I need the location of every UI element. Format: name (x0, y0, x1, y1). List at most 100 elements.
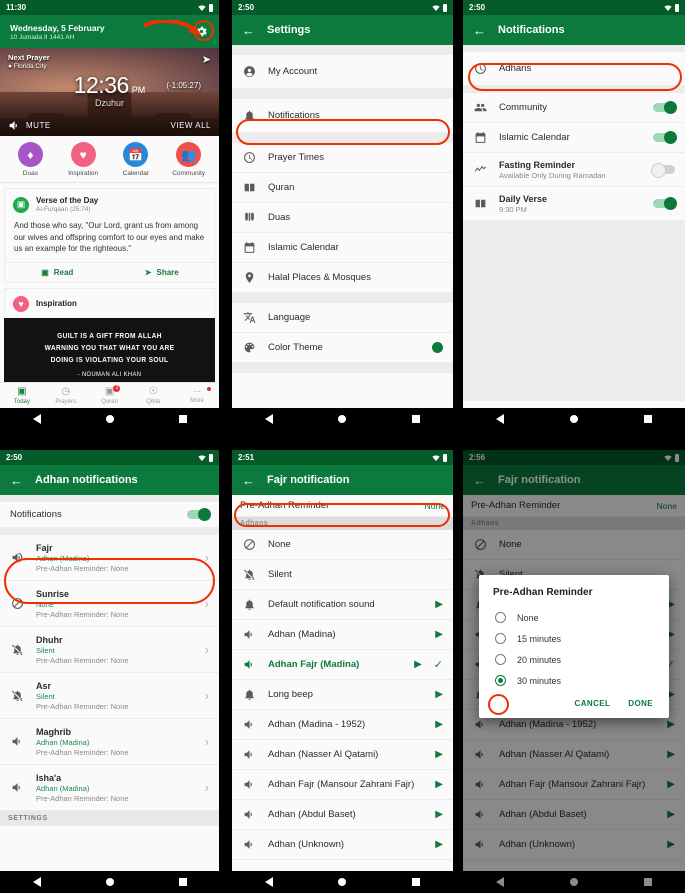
mute-button[interactable]: MUTE (8, 119, 51, 132)
settings-item-halal-places[interactable]: Halal Places & Mosques (232, 263, 453, 293)
notifications-item-fasting-reminder[interactable]: Fasting Reminder Available Only During R… (463, 153, 685, 187)
view-all-button[interactable]: VIEW ALL (171, 121, 211, 130)
home-nav-icon[interactable] (338, 415, 347, 423)
sound-label: Adhan (Unknown) (268, 839, 345, 850)
dialog-option-30-minutes[interactable]: 30 minutes (479, 670, 669, 691)
sound-label: Adhan Fajr (Mansour Zahrani Fajr) (268, 779, 415, 790)
recents-nav-icon[interactable] (412, 878, 421, 886)
play-icon[interactable]: ▶ (435, 599, 443, 610)
sound-row-madina-1952[interactable]: Adhan (Madina - 1952) ▶ (232, 710, 453, 740)
play-icon[interactable]: ▶ (435, 839, 443, 850)
radio-icon[interactable] (495, 654, 506, 665)
sound-row-none[interactable]: None (232, 530, 453, 560)
radio-icon[interactable] (495, 675, 506, 686)
play-icon[interactable]: ▶ (414, 659, 422, 670)
bottom-nav-today[interactable]: ▣ Today (2, 386, 42, 405)
play-icon[interactable]: ▶ (435, 689, 443, 700)
recents-nav-icon[interactable] (412, 415, 421, 423)
prayer-row-asr[interactable]: Asr Silent Pre-Adhan Reminder: None › (0, 673, 219, 719)
back-nav-icon[interactable] (264, 414, 273, 424)
play-icon[interactable]: ▶ (435, 629, 443, 640)
radio-icon[interactable] (495, 612, 506, 623)
sound-row-abdul-baset[interactable]: Adhan (Abdul Baset) ▶ (232, 800, 453, 830)
sound-label: None (268, 539, 291, 550)
sound-row-mansour-zahrani[interactable]: Adhan Fajr (Mansour Zahrani Fajr) ▶ (232, 770, 453, 800)
notifications-master-toggle[interactable] (187, 507, 211, 521)
notifications-item-islamic-calendar[interactable]: Islamic Calendar (463, 123, 685, 153)
settings-item-notifications[interactable]: Notifications (232, 99, 453, 133)
play-icon[interactable]: ▶ (435, 719, 443, 730)
cancel-button[interactable]: CANCEL (575, 699, 611, 708)
prayer-row-ishaa[interactable]: Isha'a Adhan (Madina) Pre-Adhan Reminder… (0, 765, 219, 811)
notifications-item-daily-verse[interactable]: Daily Verse 9:30 PM (463, 187, 685, 221)
back-arrow-icon[interactable]: ← (242, 473, 255, 488)
pre-adhan-reminder-row[interactable]: Pre-Adhan Reminder None (232, 495, 453, 517)
sound-row-adhan-fajr-madina[interactable]: Adhan Fajr (Madina) ▶ ✓ (232, 650, 453, 680)
notifications-item-community[interactable]: Community (463, 93, 685, 123)
community-toggle[interactable] (653, 100, 677, 114)
bottom-nav-prayers[interactable]: ◷ Prayers (46, 385, 86, 405)
gear-icon[interactable] (194, 24, 209, 39)
home-nav-icon[interactable] (570, 415, 578, 423)
quick-action-community[interactable]: 👥 Community (166, 142, 212, 177)
color-theme-swatch[interactable] (432, 342, 443, 353)
bottom-nav-more[interactable]: ⋯ More (177, 386, 217, 404)
gregorian-date: Wednesday, 5 February (10, 22, 105, 33)
home-nav-icon[interactable] (338, 878, 347, 886)
back-nav-icon[interactable] (32, 414, 41, 424)
done-button[interactable]: DONE (628, 699, 653, 708)
adhans-section-header: Adhans (232, 517, 453, 530)
radio-icon[interactable] (495, 633, 506, 644)
settings-item-language[interactable]: Language (232, 303, 453, 333)
bottom-nav-qibla[interactable]: ☉ Qibla (133, 386, 173, 405)
settings-item-color-theme[interactable]: Color Theme (232, 333, 453, 363)
back-arrow-icon[interactable]: ← (242, 23, 255, 38)
settings-item-duas[interactable]: Duas (232, 203, 453, 233)
share-button[interactable]: ➤ Share (110, 263, 215, 282)
fasting-reminder-toggle[interactable] (651, 162, 675, 178)
bottom-nav-quran[interactable]: ▣ 2 Quran (89, 384, 129, 405)
dialog-option-15-minutes[interactable]: 15 minutes (479, 628, 669, 649)
islamic-calendar-toggle[interactable] (653, 130, 677, 144)
play-icon[interactable]: ▶ (435, 749, 443, 760)
notifications-master-row[interactable]: Notifications (0, 502, 219, 528)
prayer-row-fajr[interactable]: Fajr Adhan (Madina) Pre-Adhan Reminder: … (0, 535, 219, 581)
dialog-option-none[interactable]: None (479, 607, 669, 628)
share-icon[interactable]: ➤ (202, 53, 211, 66)
clock-icon: ◷ (61, 385, 71, 397)
sound-row-silent[interactable]: Silent (232, 560, 453, 590)
prayer-row-sunrise[interactable]: Sunrise None Pre-Adhan Reminder: None › (0, 581, 219, 627)
settings-item-quran[interactable]: Quran (232, 173, 453, 203)
dialog-option-20-minutes[interactable]: 20 minutes (479, 649, 669, 670)
prayer-row-maghrib[interactable]: Maghrib Adhan (Madina) Pre-Adhan Reminde… (0, 719, 219, 765)
recents-nav-icon[interactable] (178, 878, 187, 886)
play-icon[interactable]: ▶ (435, 779, 443, 790)
home-nav-icon[interactable] (105, 415, 114, 423)
quick-action-inspiration[interactable]: ♥ Inspiration (60, 142, 106, 177)
back-nav-icon[interactable] (496, 414, 504, 424)
settings-item-islamic-calendar[interactable]: Islamic Calendar (232, 233, 453, 263)
inspiration-quote-image[interactable]: GUILT IS A GIFT FROM ALLAH WARNING YOU T… (4, 317, 215, 388)
sound-row-adhan-madina[interactable]: Adhan (Madina) ▶ (232, 620, 453, 650)
play-icon[interactable]: ▶ (435, 809, 443, 820)
back-arrow-icon[interactable]: ← (10, 473, 23, 488)
sound-row-default[interactable]: Default notification sound ▶ (232, 590, 453, 620)
quick-action-duas[interactable]: ♦ Duas (7, 142, 53, 177)
back-arrow-icon[interactable]: ← (473, 23, 486, 38)
back-nav-icon[interactable] (32, 877, 41, 887)
sound-row-unknown[interactable]: Adhan (Unknown) ▶ (232, 830, 453, 860)
recents-nav-icon[interactable] (644, 415, 652, 423)
speaker-icon (10, 781, 24, 795)
daily-verse-toggle[interactable] (653, 196, 677, 210)
recents-nav-icon[interactable] (178, 415, 187, 423)
sound-row-long-beep[interactable]: Long beep ▶ (232, 680, 453, 710)
read-button[interactable]: ▣ Read (5, 263, 110, 282)
sound-row-nasser-al-qatami[interactable]: Adhan (Nasser Al Qatami) ▶ (232, 740, 453, 770)
prayer-row-dhuhr[interactable]: Dhuhr Silent Pre-Adhan Reminder: None › (0, 627, 219, 673)
quick-action-calendar[interactable]: 📅 Calendar (113, 142, 159, 177)
back-nav-icon[interactable] (264, 877, 273, 887)
settings-item-my-account[interactable]: My Account (232, 55, 453, 89)
notifications-item-adhans[interactable]: Adhans (463, 52, 685, 86)
settings-item-prayer-times[interactable]: Prayer Times (232, 143, 453, 173)
home-nav-icon[interactable] (105, 878, 114, 886)
